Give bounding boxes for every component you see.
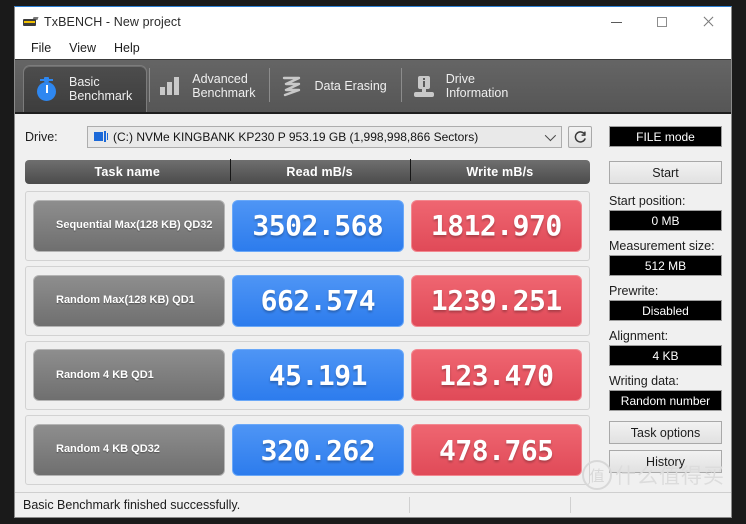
- status-divider: [570, 497, 571, 513]
- cell-task-name: Random 4 KB QD32: [33, 424, 226, 477]
- chevron-down-icon: [544, 129, 557, 142]
- maximize-button[interactable]: [639, 7, 685, 37]
- start-button[interactable]: Start: [609, 161, 722, 184]
- prewrite-label: Prewrite:: [609, 284, 659, 298]
- tab-data-erasing[interactable]: Data Erasing: [269, 60, 400, 112]
- cell-write-value: 1239.251: [410, 274, 583, 327]
- menu-item-view[interactable]: View: [60, 39, 105, 57]
- app-window: TxBENCH - New project File View Help Bas…: [14, 6, 732, 518]
- start-position-value[interactable]: 0 MB: [609, 210, 722, 231]
- menu-item-help[interactable]: Help: [105, 39, 149, 57]
- writing-data-label: Writing data:: [609, 374, 679, 388]
- column-header-task-name: Task name: [94, 165, 160, 179]
- prewrite-value[interactable]: Disabled: [609, 300, 722, 321]
- bar-chart-icon: [157, 73, 183, 99]
- window-title: TxBENCH - New project: [44, 15, 181, 29]
- column-header-write: Write mB/s: [409, 159, 590, 181]
- cell-read-value: 320.262: [232, 424, 404, 477]
- maximize-icon: [657, 17, 667, 27]
- minimize-button[interactable]: [593, 7, 639, 37]
- alignment-value[interactable]: 4 KB: [609, 345, 722, 366]
- cell-write-value: 1812.970: [410, 199, 583, 252]
- left-column: Drive: (C:) NVMe KINGBANK KP230 P 953.19…: [15, 114, 600, 492]
- shred-icon: [279, 73, 305, 99]
- window-controls: [593, 7, 731, 37]
- cell-write-value: 478.765: [410, 424, 583, 477]
- table-header-row: Task name Read mB/s Write mB/s: [25, 159, 590, 184]
- tab-label-data-erasing: Data Erasing: [314, 79, 387, 93]
- results-table: Task name Read mB/s Write mB/s Sequentia…: [25, 159, 600, 492]
- status-message: Basic Benchmark finished successfully.: [23, 498, 241, 512]
- table-row[interactable]: Random 4 KB QD1 45.191 123.470: [25, 340, 590, 411]
- tab-label-advanced-benchmark: Advanced Benchmark: [192, 72, 256, 100]
- tab-strip: Basic Benchmark Advanced Benchmark Data …: [15, 59, 731, 114]
- table-row[interactable]: Random 4 KB QD32 320.262 478.765: [25, 415, 590, 485]
- task-options-button[interactable]: Task options: [609, 421, 722, 444]
- cell-read-value: 45.191: [232, 349, 404, 402]
- status-bar: Basic Benchmark finished successfully.: [15, 492, 731, 517]
- drive-select[interactable]: (C:) NVMe KINGBANK KP230 P 953.19 GB (1,…: [87, 126, 562, 148]
- drive-row: Drive: (C:) NVMe KINGBANK KP230 P 953.19…: [25, 126, 600, 148]
- drive-label: Drive:: [25, 130, 58, 144]
- main-content: Drive: (C:) NVMe KINGBANK KP230 P 953.19…: [15, 114, 731, 492]
- writing-data-value[interactable]: Random number: [609, 390, 722, 411]
- cell-task-name: Random Max(128 KB) QD1: [33, 274, 226, 327]
- drive-small-icon: [94, 131, 108, 143]
- mode-display[interactable]: FILE mode: [609, 126, 722, 147]
- cell-task-name: Random 4 KB QD1: [33, 349, 226, 402]
- close-icon: [702, 16, 714, 28]
- cell-task-name: Sequential Max(128 KB) QD32: [33, 199, 226, 252]
- column-header-read: Read mB/s: [229, 159, 410, 181]
- history-button[interactable]: History: [609, 450, 722, 473]
- drive-selected-value: (C:) NVMe KINGBANK KP230 P 953.19 GB (1,…: [113, 130, 479, 144]
- stopwatch-icon: [34, 76, 60, 102]
- tab-label-basic-benchmark: Basic Benchmark: [69, 75, 133, 103]
- close-button[interactable]: [685, 7, 731, 37]
- table-row[interactable]: Sequential Max(128 KB) QD32 3502.568 181…: [25, 191, 590, 261]
- tab-label-drive-information: Drive Information: [445, 72, 509, 100]
- title-bar: TxBENCH - New project: [15, 7, 731, 37]
- cell-write-value: 123.470: [410, 349, 583, 402]
- tab-advanced-benchmark[interactable]: Advanced Benchmark: [147, 60, 269, 112]
- minimize-icon: [610, 21, 622, 23]
- alignment-label: Alignment:: [609, 329, 669, 343]
- measurement-size-value[interactable]: 512 MB: [609, 255, 722, 276]
- cell-read-value: 662.574: [232, 274, 404, 327]
- table-row[interactable]: Random Max(128 KB) QD1 662.574 1239.251: [25, 265, 590, 336]
- refresh-icon: [574, 130, 586, 143]
- drive-info-icon: [411, 73, 437, 99]
- measurement-size-label: Measurement size:: [609, 239, 715, 253]
- cell-read-value: 3502.568: [232, 199, 404, 252]
- drive-app-icon: [22, 14, 39, 30]
- tab-basic-benchmark[interactable]: Basic Benchmark: [23, 65, 148, 112]
- menu-item-file[interactable]: File: [22, 39, 60, 57]
- refresh-button[interactable]: [568, 126, 592, 148]
- menu-bar: File View Help: [15, 37, 731, 59]
- status-divider: [409, 497, 410, 513]
- tab-drive-information[interactable]: Drive Information: [400, 60, 523, 112]
- start-position-label: Start position:: [609, 194, 686, 208]
- control-panel: FILE mode Start Start position: 0 MB Mea…: [600, 114, 731, 492]
